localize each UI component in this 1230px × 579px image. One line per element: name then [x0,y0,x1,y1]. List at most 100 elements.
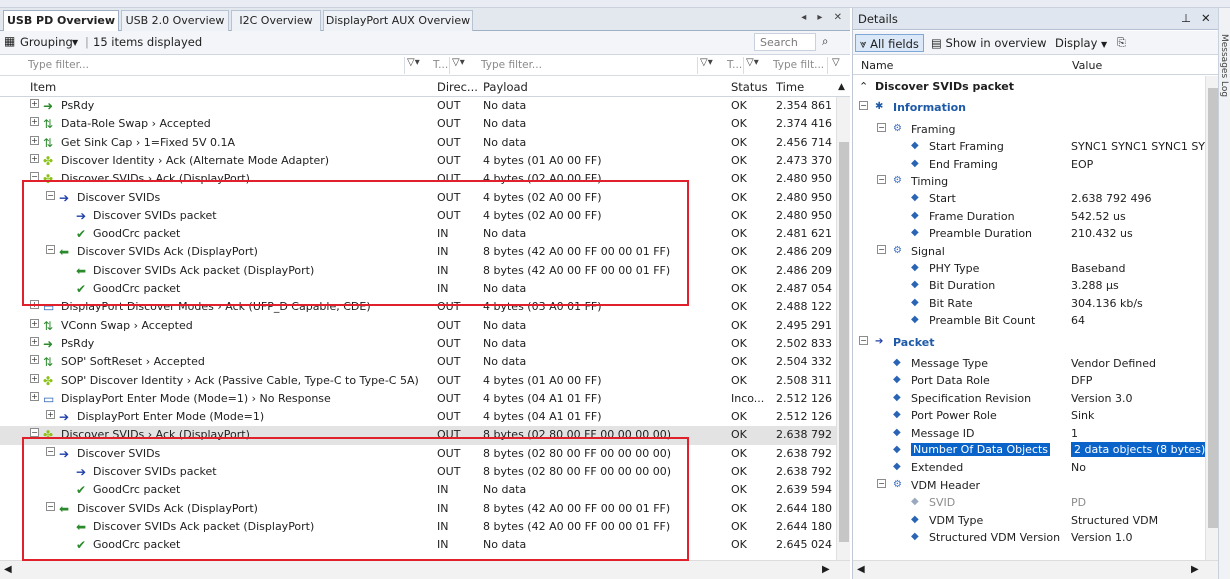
chevron-left-icon[interactable]: ◀ [4,564,12,575]
search-icon[interactable]: ⌕ [822,34,828,49]
expand-icon[interactable]: + [30,391,39,401]
details-row[interactable]: ◆ End Framing EOP [853,156,1205,173]
collapse-icon[interactable]: − [859,101,868,111]
details-row[interactable]: ◆ Bit Rate 304.136 kb/s [853,295,1205,312]
details-row[interactable]: ◆ VDM Type Structured VDM [853,512,1205,529]
collapse-icon[interactable]: − [30,172,39,182]
chevron-right-icon[interactable]: ▶ [1191,564,1199,575]
details-row[interactable]: ◆ Bit Duration 3.288 µs [853,277,1205,294]
expand-icon[interactable]: + [30,153,39,163]
table-row[interactable]: − ✤ Discover SVIDs › Ack (DisplayPort) OUT 4… [0,170,836,188]
table-row[interactable]: + ⇅ Get Sink Cap › 1=Fixed 5V 0.1A OUT No da… [0,134,836,152]
collapse-icon[interactable]: − [46,245,55,255]
details-row[interactable]: ◆ Number Of Data Objects 2 data objects (8… [853,442,1205,459]
table-row[interactable]: − ➔ Discover SVIDs OUT 8 bytes (02 80 00 FF … [0,445,836,463]
vertical-scrollbar[interactable] [836,97,850,560]
table-row[interactable]: − ⬅ Discover SVIDs Ack (DisplayPort) IN 8 by… [0,500,836,518]
expand-icon[interactable]: + [30,318,39,328]
table-row[interactable]: + ▭ DisplayPort Enter Mode (Mode=1) › No R… [0,390,836,408]
details-row[interactable]: − ⚙ VDM Header [853,477,1205,494]
table-row[interactable]: + ➔ DisplayPort Enter Mode (Mode=1) OUT 4 by… [0,408,836,426]
chevron-up-icon[interactable]: ▲ [838,82,845,92]
time-filter-input[interactable]: Type filt... [770,57,828,74]
column-header-name[interactable]: Name [861,59,893,72]
details-row[interactable]: ◆ Message ID 1 [853,425,1205,442]
export-icon[interactable]: ⎘ [1117,36,1126,50]
table-row[interactable]: + ➜ PsRdy OUT No data OK 2.502 833 8 [0,335,836,353]
details-row[interactable]: − ⚙ Framing [853,121,1205,138]
filter-icon[interactable]: ▽▾ [407,57,420,68]
table-row[interactable]: ➔ Discover SVIDs packet OUT 8 bytes (02 80 … [0,463,836,481]
details-row[interactable]: − ✱ Information [853,99,1205,116]
column-header-payload[interactable]: Payload [483,80,528,94]
table-row[interactable]: ✔ GoodCrc packet IN No data OK 2.481 621 0 [0,225,836,243]
status-filter-input[interactable]: T... [724,57,744,74]
filter-icon[interactable]: ▽ [832,57,840,68]
table-row[interactable]: ⬅ Discover SVIDs Ack packet (DisplayPort)… [0,518,836,536]
details-row[interactable]: ◆ Preamble Duration 210.432 us [853,225,1205,242]
details-row[interactable]: ◆ Message Type Vendor Defined [853,355,1205,372]
collapse-icon[interactable]: − [46,446,55,456]
column-header-time[interactable]: Time [776,80,804,94]
column-header-status[interactable]: Status [731,80,768,94]
collapse-icon[interactable]: − [30,428,39,438]
details-row[interactable]: ◆ Preamble Bit Count 64 [853,312,1205,329]
collapse-icon[interactable]: − [859,335,868,345]
chevron-down-icon[interactable]: ▼ [72,38,78,47]
details-row[interactable]: − ⚙ Signal [853,243,1205,260]
show-in-overview-button[interactable]: ▤ Show in overview [927,34,1050,52]
collapse-icon[interactable]: − [877,478,886,488]
expand-icon[interactable]: + [30,135,39,145]
collapse-icon[interactable]: − [46,501,55,511]
details-row[interactable]: − ➔ Packet [853,334,1205,351]
direction-filter-input[interactable]: T... [430,57,450,74]
chevron-left-icon[interactable]: ◀ [857,564,865,575]
table-row[interactable]: + ⇅ Data-Role Swap › Accepted OUT No data OK 2… [0,115,836,133]
details-row[interactable]: ◆ PHY Type Baseband [853,260,1205,277]
details-row[interactable]: ◆ SVID PD [853,494,1205,511]
expand-icon[interactable]: + [46,410,55,420]
details-row[interactable]: ◆ Start 2.638 792 496 [853,190,1205,207]
table-row[interactable]: + ➜ PsRdy OUT No data OK 2.354 861 8 [0,97,836,115]
tab-nav-controls[interactable]: ◂ ▸ ✕ [801,12,846,23]
tab-i2c-overview[interactable]: I2C Overview [231,10,321,31]
details-row[interactable]: ◆ Extended No [853,459,1205,476]
table-row[interactable]: + ▭ DisplayPort Discover Modes › Ack (UFP_… [0,298,836,316]
collapse-icon[interactable]: − [877,175,886,184]
messages-log-tab[interactable]: Messages Log [1219,34,1229,97]
table-row[interactable]: ✔ GoodCrc packet IN No data OK 2.487 054 2 [0,280,836,298]
collapse-icon[interactable]: − [46,190,55,200]
expand-icon[interactable]: + [30,336,39,346]
chevron-right-icon[interactable]: ▶ [822,564,830,575]
table-row[interactable]: − ✤ Discover SVIDs › Ack (DisplayPort) OUT 8… [0,426,836,445]
table-row[interactable]: + ✤ Discover Identity › Ack (Alternate Mod… [0,152,836,170]
tab-usb2-overview[interactable]: USB 2.0 Overview [121,10,229,31]
pin-icon[interactable]: ⊥ [1181,11,1191,25]
column-header-item[interactable]: Item [30,80,56,94]
expand-icon[interactable]: + [30,300,39,310]
details-vertical-scrollbar[interactable] [1205,76,1219,560]
details-row[interactable]: ◆ Specification Revision Version 3.0 [853,390,1205,407]
payload-filter-input[interactable]: Type filter... [478,57,698,74]
expand-icon[interactable]: + [30,355,39,365]
tab-dp-aux-overview[interactable]: DisplayPort AUX Overview [323,10,473,31]
table-row[interactable]: + ✤ SOP' Discover Identity › Ack (Passive … [0,372,836,390]
tab-usb-pd-overview[interactable]: USB PD Overview [3,10,119,32]
column-header-direction[interactable]: Direc... [437,80,478,94]
details-row[interactable]: ◆ Start Framing SYNC1 SYNC1 SYNC1 SYNC2 [853,138,1205,155]
table-row[interactable]: − ⬅ Discover SVIDs Ack (DisplayPort) IN 8 by… [0,243,836,261]
table-row[interactable]: + ⇅ VConn Swap › Accepted OUT No data OK 2.495… [0,317,836,335]
search-input[interactable]: Search [754,33,816,51]
scroll-thumb[interactable] [1208,88,1218,528]
details-row[interactable]: ⌃ Discover SVIDs packet [853,78,1205,95]
grouping-dropdown[interactable]: Grouping [20,35,73,49]
filter-icon[interactable]: ▽▾ [700,57,713,68]
expand-icon[interactable]: + [30,117,39,127]
close-icon[interactable]: ✕ [1201,11,1211,25]
filter-icon[interactable]: ▽▾ [746,57,759,68]
display-dropdown[interactable]: Display ▼ [1051,34,1111,52]
table-row[interactable]: ➔ Discover SVIDs packet OUT 4 bytes (02 A0 … [0,207,836,225]
table-row[interactable]: + ⇅ SOP' SoftReset › Accepted OUT No data OK 2… [0,353,836,371]
details-horizontal-scrollbar[interactable]: ◀ ▶ [853,560,1219,579]
expand-icon[interactable]: + [30,373,39,383]
